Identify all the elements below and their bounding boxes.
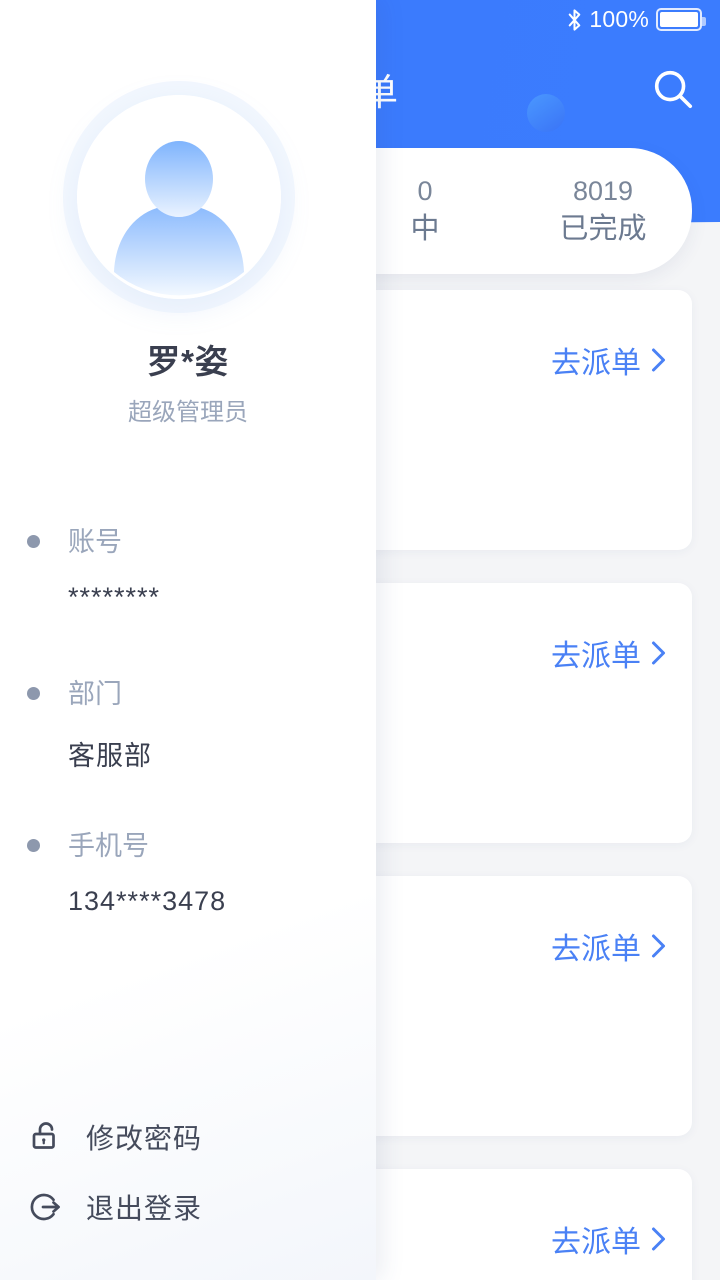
dispatch-link[interactable]: 去派单 [551,338,666,382]
stat-number: 8019 [572,176,634,207]
dispatch-link-label: 去派单 [551,1226,641,1259]
menu-item-label: 修改密码 [86,1123,203,1154]
chevron-right-icon [652,934,665,958]
user-info-list: 账号 ******** 部门 客服部 手机号 134****3478 [0,525,376,981]
logout-icon [30,1193,60,1221]
profile-drawer: 罗*姿 超级管理员 账号 ******** 部门 客服部 手机号 134****… [0,0,376,1280]
chevron-right-icon [652,1227,665,1251]
dispatch-link[interactable]: 去派单 [551,1217,666,1261]
dispatch-link-label: 去派单 [551,640,641,673]
bullet-dot-icon [27,687,40,700]
bullet-dot-icon [27,839,40,852]
user-name: 罗*姿 [147,343,229,380]
stats-summary-card: 0 中 8019 已完成 [336,148,692,274]
menu-item-label: 退出登录 [86,1193,203,1224]
user-role: 超级管理员 [128,399,248,426]
battery-percent-label: 100% [589,6,649,32]
battery-icon [656,8,706,31]
bullet-dot-icon [27,535,40,548]
status-indicators: 100% [567,6,706,33]
info-label: 部门 [68,679,122,709]
unlock-icon [32,1122,55,1149]
info-row-department: 部门 客服部 [0,677,376,829]
info-value: 134****3478 [68,886,227,916]
avatar[interactable] [77,95,281,299]
dispatch-link[interactable]: 去派单 [551,924,666,968]
app-screen: AM 100% 工单 0 中 8019 [0,0,720,1280]
info-row-account: 账号 ******** [0,525,376,677]
info-label: 账号 [68,527,122,557]
chevron-right-icon [652,641,665,665]
search-icon[interactable] [650,66,696,112]
dispatch-link[interactable]: 去派单 [551,631,666,675]
stat-item[interactable]: 8019 已完成 [514,173,692,249]
info-row-phone: 手机号 134****3478 [0,829,376,981]
user-avatar-icon [77,95,281,299]
dispatch-link-label: 去派单 [551,347,641,380]
dispatch-link-label: 去派单 [551,933,641,966]
stat-label: 已完成 [559,212,647,245]
bluetooth-icon [569,8,581,31]
info-value: 客服部 [68,741,152,771]
info-value: ******** [68,582,161,612]
info-label: 手机号 [68,831,149,861]
drawer-menu: 修改密码 退出登录 [0,1102,376,1242]
chevron-right-icon [652,348,665,372]
menu-item-change-password[interactable]: 修改密码 [0,1102,376,1172]
menu-item-logout[interactable]: 退出登录 [0,1172,376,1242]
